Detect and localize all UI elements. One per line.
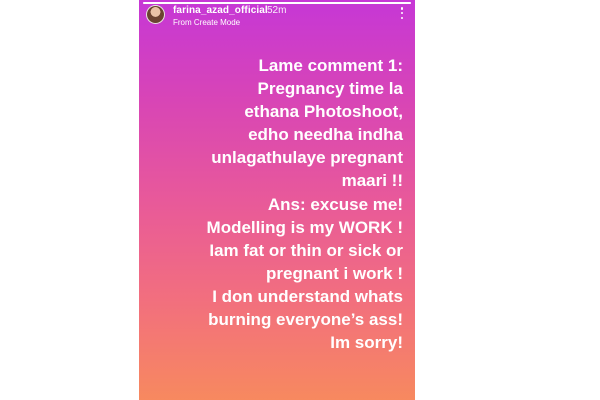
story-source-label: From Create Mode <box>173 18 241 27</box>
more-vertical-icon <box>400 7 404 10</box>
story-caption: Lame comment 1: Pregnancy time la ethana… <box>149 54 403 354</box>
caption-line: pregnant i work ! <box>266 263 403 283</box>
more-options-button[interactable] <box>397 5 407 21</box>
more-vertical-icon-dot <box>400 11 404 15</box>
caption-line: maari !! <box>341 171 403 191</box>
caption-line: Lame comment 1: <box>258 56 403 75</box>
username[interactable]: farina_azad_official <box>173 5 268 16</box>
caption-line: Ans: excuse me! <box>267 194 403 214</box>
caption-line: Modelling is my WORK ! <box>206 217 403 237</box>
caption-line: edho needha indha <box>248 125 403 145</box>
caption-line: ethana Photoshoot, <box>244 102 403 122</box>
more-vertical-icon-dot <box>400 16 404 19</box>
caption-line: Im sorry! <box>330 333 403 353</box>
story-frame[interactable]: farina_azad_official 52m From Create Mod… <box>139 0 415 400</box>
story-header: farina_azad_official 52m From Create Mod… <box>145 3 411 29</box>
caption-line: Pregnancy time la <box>257 79 403 99</box>
caption-line: burning everyone’s ass! <box>208 310 403 330</box>
page: farina_azad_official 52m From Create Mod… <box>0 0 600 400</box>
caption-line: unlagathulaye pregnant <box>211 148 403 168</box>
timestamp: 52m <box>267 5 287 16</box>
profile-avatar[interactable] <box>146 5 165 24</box>
caption-line: Iam fat or thin or sick or <box>209 240 403 260</box>
caption-line: I don understand whats <box>212 286 403 306</box>
